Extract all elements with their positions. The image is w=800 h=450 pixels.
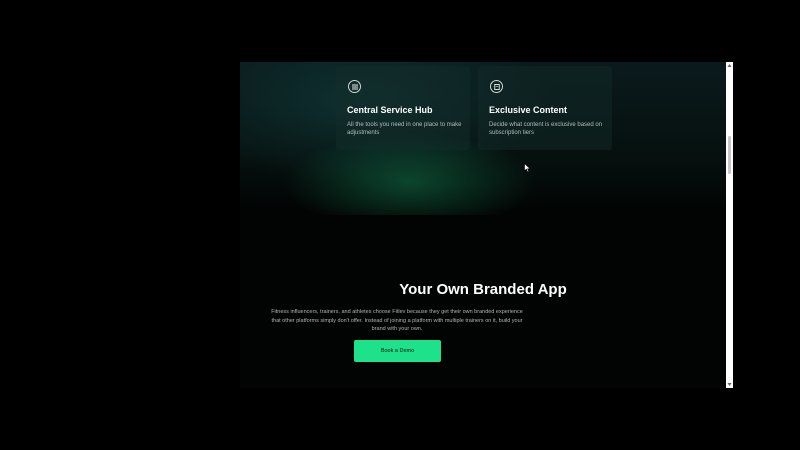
- book-demo-button[interactable]: Book a Demo: [354, 340, 441, 362]
- vertical-scrollbar[interactable]: [726, 62, 733, 388]
- scroll-down-arrow-icon[interactable]: [727, 382, 732, 387]
- branded-app-description: Fitness influencers, trainers, and athle…: [271, 309, 523, 332]
- mouse-cursor-icon: [524, 163, 531, 173]
- feature-title: Central Service Hub: [347, 105, 433, 115]
- scrollbar-thumb[interactable]: [728, 136, 731, 174]
- screen: Central Service Hub All the tools you ne…: [0, 0, 800, 450]
- feature-card-exclusive-content: Exclusive Content Decide what content is…: [478, 66, 612, 150]
- feature-description: All the tools you need in one place to m…: [347, 122, 462, 136]
- feature-title: Exclusive Content: [489, 105, 568, 115]
- list-icon: [348, 80, 361, 93]
- document-icon: [490, 80, 503, 93]
- branded-app-title: Your Own Branded App: [399, 281, 567, 298]
- scroll-up-arrow-icon[interactable]: [727, 63, 732, 68]
- webpage-viewport: Central Service Hub All the tools you ne…: [240, 62, 726, 388]
- features-section: Central Service Hub All the tools you ne…: [240, 62, 726, 215]
- feature-card-central-service-hub: Central Service Hub All the tools you ne…: [336, 66, 470, 150]
- feature-description: Decide what content is exclusive based o…: [489, 122, 603, 136]
